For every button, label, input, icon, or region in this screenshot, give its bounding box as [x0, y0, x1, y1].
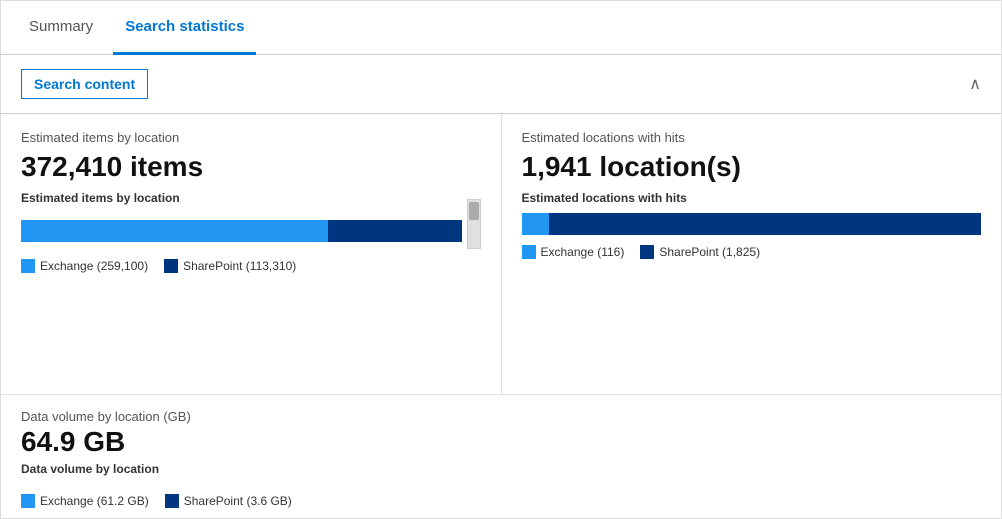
- items-legend: Exchange (259,100) SharePoint (113,310): [21, 259, 481, 273]
- legend-exchange-loc: Exchange (116): [522, 245, 625, 259]
- sharepoint-loc-label: SharePoint (1,825): [659, 245, 760, 259]
- scrollbar-thumb: [469, 202, 479, 220]
- legend-exchange: Exchange (259,100): [21, 259, 148, 273]
- stats-grid: Estimated items by location 372,410 item…: [1, 114, 1001, 518]
- items-bar-label: Estimated items by location: [21, 191, 481, 205]
- items-bar-chart: [21, 220, 463, 242]
- items-by-location-cell: Estimated items by location 372,410 item…: [1, 114, 502, 394]
- sharepoint-vol-label: SharePoint (3.6 GB): [184, 494, 292, 508]
- main-container: Summary Search statistics Search content…: [0, 0, 1002, 519]
- collapse-chevron-icon[interactable]: ∧: [969, 74, 981, 94]
- sharepoint-loc-swatch: [640, 245, 654, 259]
- volume-label: Data volume by location (GB): [21, 409, 981, 424]
- locations-value: 1,941 location(s): [522, 151, 982, 183]
- locations-sharepoint-bar: [549, 213, 981, 235]
- exchange-loc-label: Exchange (116): [541, 245, 625, 259]
- legend-sharepoint: SharePoint (113,310): [164, 259, 296, 273]
- legend-sharepoint-vol: SharePoint (3.6 GB): [165, 494, 292, 508]
- scrollbar[interactable]: [467, 199, 481, 249]
- sharepoint-color-swatch: [164, 259, 178, 273]
- items-sharepoint-bar: [328, 220, 462, 242]
- exchange-color-swatch: [21, 259, 35, 273]
- volume-value: 64.9 GB: [21, 426, 981, 458]
- locations-bar-wrapper: [522, 213, 982, 235]
- legend-exchange-vol: Exchange (61.2 GB): [21, 494, 149, 508]
- section-header: Search content ∧: [1, 55, 1001, 114]
- sharepoint-label: SharePoint (113,310): [183, 259, 296, 273]
- data-volume-row: Data volume by location (GB) 64.9 GB Dat…: [1, 395, 1001, 518]
- tab-bar: Summary Search statistics: [1, 1, 1001, 55]
- sharepoint-vol-swatch: [165, 494, 179, 508]
- locations-exchange-bar: [522, 213, 550, 235]
- locations-with-hits-cell: Estimated locations with hits 1,941 loca…: [502, 114, 1002, 394]
- search-content-button[interactable]: Search content: [21, 69, 148, 99]
- locations-bar-chart: [522, 213, 982, 235]
- legend-sharepoint-loc: SharePoint (1,825): [640, 245, 760, 259]
- volume-legend: Exchange (61.2 GB) SharePoint (3.6 GB): [21, 494, 981, 508]
- locations-legend: Exchange (116) SharePoint (1,825): [522, 245, 982, 259]
- exchange-vol-swatch: [21, 494, 35, 508]
- locations-label: Estimated locations with hits: [522, 130, 982, 145]
- content-area: Search content ∧ Estimated items by loca…: [1, 55, 1001, 518]
- volume-bar-label: Data volume by location: [21, 462, 981, 476]
- tab-search-statistics[interactable]: Search statistics: [113, 1, 256, 55]
- exchange-vol-label: Exchange (61.2 GB): [40, 494, 149, 508]
- exchange-loc-swatch: [522, 245, 536, 259]
- items-bar-wrapper: [21, 213, 481, 249]
- stats-row-top: Estimated items by location 372,410 item…: [1, 114, 1001, 395]
- locations-bar-label: Estimated locations with hits: [522, 191, 982, 205]
- tab-summary[interactable]: Summary: [17, 1, 105, 55]
- items-exchange-bar: [21, 220, 328, 242]
- items-label: Estimated items by location: [21, 130, 481, 145]
- items-value: 372,410 items: [21, 151, 481, 183]
- exchange-label: Exchange (259,100): [40, 259, 148, 273]
